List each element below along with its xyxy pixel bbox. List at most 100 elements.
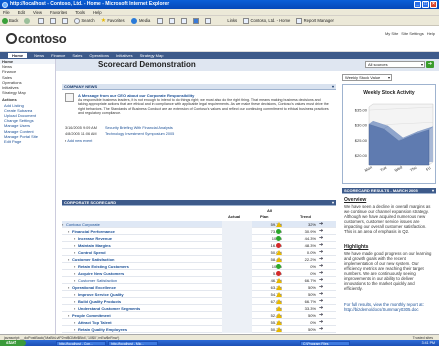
report-link[interactable]: For full results, view the monthly repor… — [344, 302, 434, 312]
table-row[interactable]: ▪ Customer Satisfaction 46.7% 66.7% ➔ — [62, 277, 336, 284]
media-button[interactable]: Media — [130, 16, 150, 26]
expand-icon[interactable]: ▪ — [74, 270, 75, 277]
discuss-button[interactable] — [205, 16, 212, 26]
table-row[interactable]: ▪ Control Spend 50.0% 0.0% ➔ — [62, 249, 336, 256]
menu-file[interactable]: File — [3, 10, 10, 15]
stock-select[interactable]: Weekly Stock Value ▾ — [342, 74, 392, 81]
search-button[interactable]: Search — [74, 16, 95, 26]
webpart-menu-icon[interactable]: ▾ — [332, 84, 334, 90]
link-contoso-home[interactable]: Contoso, Ltd. - Home — [243, 16, 290, 26]
refresh-button[interactable] — [49, 16, 56, 26]
start-button[interactable]: start — [0, 340, 26, 346]
expand-icon[interactable]: ▪ — [68, 312, 69, 319]
table-row[interactable]: ▪Maintain Margins16.7%48.3%➔ — [62, 242, 336, 249]
expand-icon[interactable]: ▪ — [74, 242, 75, 249]
row-name[interactable]: Increase Revenue — [78, 235, 112, 242]
table-row[interactable]: ▪ Operational Excellence 63.2% 50% ➔ — [62, 284, 336, 291]
row-name[interactable]: Attract Top Talent — [78, 319, 112, 326]
expand-icon[interactable]: ▪ — [62, 221, 63, 228]
tab-news[interactable]: News — [34, 53, 44, 58]
tab-home[interactable]: Home — [8, 53, 28, 58]
table-row[interactable]: ▪ Understand Customer Segments 6% 33.3% ➔ — [62, 305, 336, 312]
expand-icon[interactable]: ▪ — [74, 319, 75, 326]
link-report-manager[interactable]: Report Manager — [296, 16, 334, 26]
row-name[interactable]: Customer Satisfaction — [72, 256, 114, 263]
table-row[interactable]: ▪ Contoso Corporate 59.7% 32% ➔ — [62, 221, 336, 228]
action-edit-page[interactable]: Edit Page — [0, 139, 55, 144]
row-name[interactable]: Retain Existing Customers — [78, 263, 129, 270]
expand-icon[interactable]: ▪ — [74, 249, 75, 256]
tab-initiatives[interactable]: Initiatives — [116, 53, 133, 58]
print-button[interactable] — [180, 16, 187, 26]
row-name[interactable]: Control Spend — [78, 249, 106, 256]
taskbar-item[interactable]: http://localhost - Mic... — [108, 341, 158, 346]
row-name[interactable]: Improve Service Quality — [78, 291, 124, 298]
page-icon — [296, 17, 303, 24]
tab-strategy-map[interactable]: Strategy Map — [140, 53, 164, 58]
table-row[interactable]: ▪ Attract Top Talent 55.1% 0% ➔ — [62, 319, 336, 326]
expand-icon[interactable]: ▪ — [74, 291, 75, 298]
go-search-button[interactable]: ➔ — [426, 61, 434, 68]
expand-icon[interactable]: ▪ — [74, 263, 75, 270]
mail-button[interactable] — [168, 16, 175, 26]
table-row[interactable]: ▪Financial Performance73.2%30.9%➔ — [62, 228, 336, 235]
row-name[interactable]: Operational Excellence — [72, 284, 116, 291]
home-button[interactable] — [62, 16, 68, 26]
taskbar-item[interactable]: http://localhost - Con... — [56, 341, 106, 346]
expand-icon[interactable]: ▪ — [74, 298, 75, 305]
menu-favorites[interactable]: Favorites — [50, 10, 67, 15]
expand-icon[interactable]: ▪ — [68, 284, 69, 291]
news-item[interactable]: 4/8/2005 11:06 AM Technology Investment S… — [65, 132, 174, 136]
edit-button[interactable] — [193, 16, 200, 26]
minimize-icon[interactable]: _ — [414, 1, 421, 8]
row-name[interactable]: Customer Satisfaction — [78, 277, 117, 284]
stop-button[interactable] — [37, 16, 44, 26]
row-name[interactable]: People Commitment — [72, 312, 111, 319]
forward-button[interactable] — [24, 16, 31, 26]
expand-icon[interactable]: ▪ — [74, 277, 75, 284]
webpart-menu-icon[interactable]: ▾ — [332, 200, 334, 206]
left-nav-strategy-map[interactable]: Strategy Map — [0, 90, 55, 95]
expand-icon[interactable]: ▪ — [68, 256, 69, 263]
favorites-button[interactable]: ★ Favorites — [101, 16, 125, 26]
expand-icon[interactable]: ▪ — [74, 305, 75, 312]
top-link-my-site[interactable]: My Site — [385, 31, 398, 36]
tab-operations[interactable]: Operations — [89, 53, 109, 58]
tab-finance[interactable]: Finance — [51, 53, 65, 58]
table-row[interactable]: ▪Retain Existing Customers100%0%➔ — [62, 263, 336, 270]
search-scope-select[interactable]: All sources ▾ — [365, 61, 425, 68]
row-name[interactable]: Understand Customer Segments — [78, 305, 140, 312]
table-row[interactable]: ▪ Customer Satisfaction 58.4% 22.2% ➔ — [62, 256, 336, 263]
top-link-site-settings[interactable]: Site Settings — [401, 31, 423, 36]
table-row[interactable]: ▪Acquire New Customers5.2%0%➔ — [62, 270, 336, 277]
row-name[interactable]: Acquire New Customers — [78, 270, 124, 277]
add-new-event-link[interactable]: ▪ Add new event — [65, 139, 92, 143]
news-item[interactable]: 3/16/2005 9:09 AM Security Briefing With … — [65, 126, 173, 130]
back-button[interactable]: Back — [2, 16, 18, 26]
expand-icon[interactable]: ▪ — [74, 326, 75, 333]
webpart-menu-icon[interactable]: ▾ — [432, 188, 434, 194]
row-name[interactable]: Retain Quality Employees — [78, 326, 127, 333]
close-icon[interactable]: × — [430, 1, 437, 8]
table-row[interactable]: ▪ People Commitment 52.4% 50% ➔ — [62, 312, 336, 319]
contoso-logo[interactable]: contoso — [6, 31, 67, 46]
table-row[interactable]: ▪ Retain Quality Employees 50.2% 50% ➔ — [62, 326, 336, 333]
history-button[interactable] — [156, 16, 163, 26]
taskbar-item[interactable]: C:\Program Files — [300, 341, 350, 346]
top-link-help[interactable]: Help — [427, 31, 435, 36]
expand-icon[interactable]: ▪ — [68, 228, 69, 235]
menu-view[interactable]: View — [33, 10, 42, 15]
row-name[interactable]: Contoso Corporate — [66, 221, 100, 228]
menu-tools[interactable]: Tools — [75, 10, 85, 15]
tab-sales[interactable]: Sales — [72, 53, 82, 58]
menu-edit[interactable]: Edit — [18, 10, 25, 15]
row-name[interactable]: Maintain Margins — [78, 242, 111, 249]
row-name[interactable]: Financial Performance — [72, 228, 115, 235]
table-row[interactable]: ▪ Build Quality Products 67.8% 66.7% ➔ — [62, 298, 336, 305]
maximize-icon[interactable]: □ — [422, 1, 429, 8]
table-row[interactable]: ▪Increase Revenue100%44.3%➔ — [62, 235, 336, 242]
row-name[interactable]: Build Quality Products — [78, 298, 121, 305]
table-row[interactable]: ▪ Improve Service Quality 54.7% 50% ➔ — [62, 291, 336, 298]
expand-icon[interactable]: ▪ — [74, 235, 75, 242]
menu-help[interactable]: Help — [93, 10, 102, 15]
